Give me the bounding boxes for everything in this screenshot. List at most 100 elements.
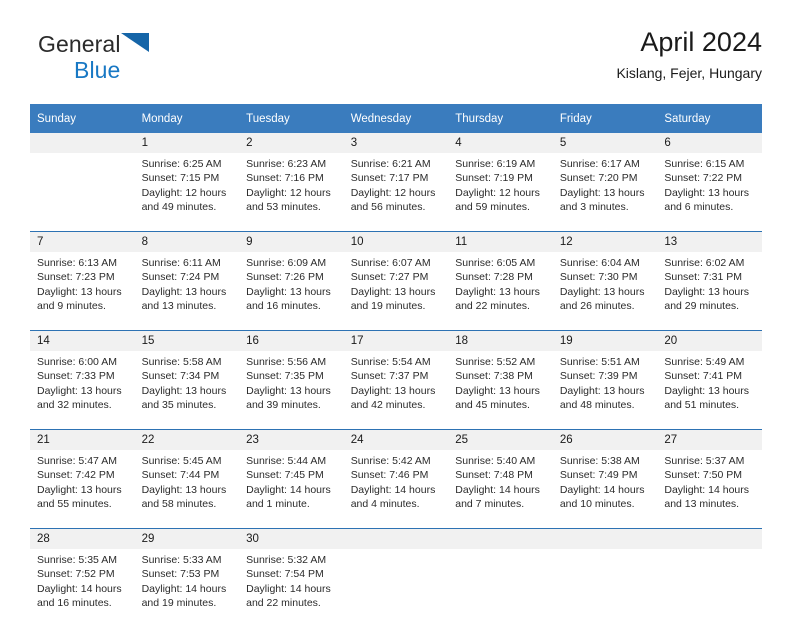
daylight-text-line1: Daylight: 13 hours bbox=[141, 483, 227, 496]
day-number[interactable]: 24 bbox=[343, 429, 449, 450]
day-cell[interactable]: Sunrise: 6:13 AM Sunset: 7:23 PM Dayligh… bbox=[30, 252, 135, 331]
day-number[interactable]: 27 bbox=[657, 429, 762, 450]
brand-logo[interactable]: General Blue bbox=[38, 32, 268, 84]
daylight-text-line2: and 56 minutes. bbox=[350, 201, 426, 214]
sunrise-text: Sunrise: 6:05 AM bbox=[455, 257, 536, 269]
day-number[interactable]: 1 bbox=[134, 133, 240, 153]
day-cell[interactable]: Sunrise: 6:11 AM Sunset: 7:24 PM Dayligh… bbox=[134, 252, 240, 331]
day-number[interactable]: 25 bbox=[448, 429, 553, 450]
day-cell[interactable]: Sunrise: 5:40 AM Sunset: 7:48 PM Dayligh… bbox=[448, 450, 553, 529]
sunset-text: Sunset: 7:24 PM bbox=[141, 271, 220, 284]
sunrise-text: Sunrise: 6:13 AM bbox=[37, 257, 117, 269]
day-cell[interactable]: Sunrise: 5:54 AM Sunset: 7:37 PM Dayligh… bbox=[343, 351, 449, 430]
day-number[interactable]: 14 bbox=[30, 330, 135, 351]
day-cell[interactable]: Sunrise: 5:32 AM Sunset: 7:54 PM Dayligh… bbox=[239, 549, 344, 627]
sunrise-text: Sunrise: 6:02 AM bbox=[664, 257, 745, 269]
day-cell[interactable]: Sunrise: 6:02 AM Sunset: 7:31 PM Dayligh… bbox=[657, 252, 762, 331]
sunrise-text: Sunrise: 5:51 AM bbox=[559, 356, 640, 368]
day-cell[interactable]: Sunrise: 5:49 AM Sunset: 7:41 PM Dayligh… bbox=[657, 351, 762, 430]
sunrise-text: Sunrise: 5:54 AM bbox=[350, 356, 431, 368]
sunrise-text: Sunrise: 5:47 AM bbox=[37, 455, 117, 467]
sunset-text: Sunset: 7:53 PM bbox=[141, 568, 220, 581]
daylight-text-line2: and 51 minutes. bbox=[664, 399, 740, 412]
day-number[interactable]: 22 bbox=[134, 429, 240, 450]
day-number[interactable]: 20 bbox=[657, 330, 762, 351]
sunset-text: Sunset: 7:48 PM bbox=[455, 469, 533, 482]
day-number[interactable]: 23 bbox=[239, 429, 344, 450]
day-cell[interactable]: Sunrise: 5:38 AM Sunset: 7:49 PM Dayligh… bbox=[552, 450, 658, 529]
weekday-header-friday: Friday bbox=[552, 104, 658, 133]
day-cell[interactable]: Sunrise: 5:51 AM Sunset: 7:39 PM Dayligh… bbox=[552, 351, 658, 430]
weekday-header-thursday: Thursday bbox=[448, 104, 553, 133]
day-number[interactable]: 3 bbox=[343, 133, 449, 153]
daylight-text-line1: Daylight: 12 hours bbox=[455, 186, 540, 199]
sunset-text: Sunset: 7:46 PM bbox=[350, 469, 429, 482]
day-number bbox=[30, 133, 135, 153]
day-cell bbox=[343, 549, 449, 627]
day-cell[interactable]: Sunrise: 6:09 AM Sunset: 7:26 PM Dayligh… bbox=[239, 252, 344, 331]
day-cell[interactable]: Sunrise: 6:23 AM Sunset: 7:16 PM Dayligh… bbox=[239, 153, 344, 232]
weekday-header-wednesday: Wednesday bbox=[343, 104, 449, 133]
day-number[interactable]: 11 bbox=[448, 231, 553, 252]
day-cell[interactable]: Sunrise: 5:35 AM Sunset: 7:52 PM Dayligh… bbox=[30, 549, 135, 627]
sunset-text: Sunset: 7:15 PM bbox=[141, 172, 220, 185]
day-cell[interactable]: Sunrise: 6:04 AM Sunset: 7:30 PM Dayligh… bbox=[552, 252, 658, 331]
day-number[interactable]: 28 bbox=[30, 528, 135, 549]
day-cell[interactable]: Sunrise: 5:47 AM Sunset: 7:42 PM Dayligh… bbox=[30, 450, 135, 529]
day-cell[interactable]: Sunrise: 6:17 AM Sunset: 7:20 PM Dayligh… bbox=[552, 153, 658, 232]
day-number[interactable]: 6 bbox=[657, 133, 762, 153]
day-number[interactable]: 18 bbox=[448, 330, 553, 351]
day-cell[interactable]: Sunrise: 6:21 AM Sunset: 7:17 PM Dayligh… bbox=[343, 153, 449, 232]
sunset-text: Sunset: 7:17 PM bbox=[350, 172, 429, 185]
day-number[interactable]: 10 bbox=[343, 231, 449, 252]
day-cell[interactable]: Sunrise: 6:00 AM Sunset: 7:33 PM Dayligh… bbox=[30, 351, 135, 430]
day-number[interactable]: 26 bbox=[552, 429, 658, 450]
day-cell[interactable]: Sunrise: 6:19 AM Sunset: 7:19 PM Dayligh… bbox=[448, 153, 553, 232]
week-details: Sunrise: 5:47 AM Sunset: 7:42 PM Dayligh… bbox=[30, 450, 762, 529]
day-cell[interactable]: Sunrise: 6:15 AM Sunset: 7:22 PM Dayligh… bbox=[657, 153, 762, 232]
daylight-text-line1: Daylight: 13 hours bbox=[141, 384, 227, 397]
day-number[interactable]: 2 bbox=[239, 133, 344, 153]
sunset-text: Sunset: 7:52 PM bbox=[37, 568, 115, 581]
daylight-text-line2: and 19 minutes. bbox=[350, 300, 426, 313]
day-cell bbox=[552, 549, 658, 627]
day-cell[interactable]: Sunrise: 6:05 AM Sunset: 7:28 PM Dayligh… bbox=[448, 252, 553, 331]
day-cell[interactable]: Sunrise: 6:07 AM Sunset: 7:27 PM Dayligh… bbox=[343, 252, 449, 331]
daylight-text-line1: Daylight: 14 hours bbox=[664, 483, 750, 496]
day-cell[interactable]: Sunrise: 5:37 AM Sunset: 7:50 PM Dayligh… bbox=[657, 450, 762, 529]
day-number[interactable]: 8 bbox=[134, 231, 240, 252]
day-cell[interactable]: Sunrise: 6:25 AM Sunset: 7:15 PM Dayligh… bbox=[134, 153, 240, 232]
sunrise-text: Sunrise: 6:25 AM bbox=[141, 158, 222, 170]
day-number[interactable]: 12 bbox=[552, 231, 658, 252]
daylight-text-line1: Daylight: 13 hours bbox=[37, 483, 122, 496]
sunrise-text: Sunrise: 6:19 AM bbox=[455, 158, 536, 170]
day-number[interactable]: 30 bbox=[239, 528, 344, 549]
day-number[interactable]: 29 bbox=[134, 528, 240, 549]
sunrise-text: Sunrise: 6:15 AM bbox=[664, 158, 745, 170]
day-number[interactable]: 9 bbox=[239, 231, 344, 252]
day-cell[interactable]: Sunrise: 5:52 AM Sunset: 7:38 PM Dayligh… bbox=[448, 351, 553, 430]
day-cell[interactable]: Sunrise: 5:33 AM Sunset: 7:53 PM Dayligh… bbox=[134, 549, 240, 627]
day-number[interactable]: 4 bbox=[448, 133, 553, 153]
daylight-text-line2: and 13 minutes. bbox=[141, 300, 217, 313]
page-title: April 2024 bbox=[640, 27, 762, 57]
daylight-text-line2: and 6 minutes. bbox=[664, 201, 734, 214]
daylight-text-line2: and 9 minutes. bbox=[37, 300, 106, 313]
daylight-text-line2: and 16 minutes. bbox=[37, 597, 112, 610]
day-cell[interactable]: Sunrise: 5:42 AM Sunset: 7:46 PM Dayligh… bbox=[343, 450, 449, 529]
sunset-text: Sunset: 7:37 PM bbox=[350, 370, 429, 383]
weekday-header-saturday: Saturday bbox=[657, 104, 762, 133]
day-cell[interactable]: Sunrise: 5:58 AM Sunset: 7:34 PM Dayligh… bbox=[134, 351, 240, 430]
day-number[interactable]: 16 bbox=[239, 330, 344, 351]
day-number[interactable]: 15 bbox=[134, 330, 240, 351]
day-number[interactable]: 7 bbox=[30, 231, 135, 252]
day-cell[interactable]: Sunrise: 5:56 AM Sunset: 7:35 PM Dayligh… bbox=[239, 351, 344, 430]
day-number[interactable]: 13 bbox=[657, 231, 762, 252]
day-number[interactable]: 19 bbox=[552, 330, 658, 351]
day-number[interactable]: 21 bbox=[30, 429, 135, 450]
day-cell[interactable]: Sunrise: 5:44 AM Sunset: 7:45 PM Dayligh… bbox=[239, 450, 344, 529]
day-number[interactable]: 17 bbox=[343, 330, 449, 351]
day-number[interactable]: 5 bbox=[552, 133, 658, 153]
daylight-text-line1: Daylight: 14 hours bbox=[350, 483, 436, 496]
day-cell[interactable]: Sunrise: 5:45 AM Sunset: 7:44 PM Dayligh… bbox=[134, 450, 240, 529]
